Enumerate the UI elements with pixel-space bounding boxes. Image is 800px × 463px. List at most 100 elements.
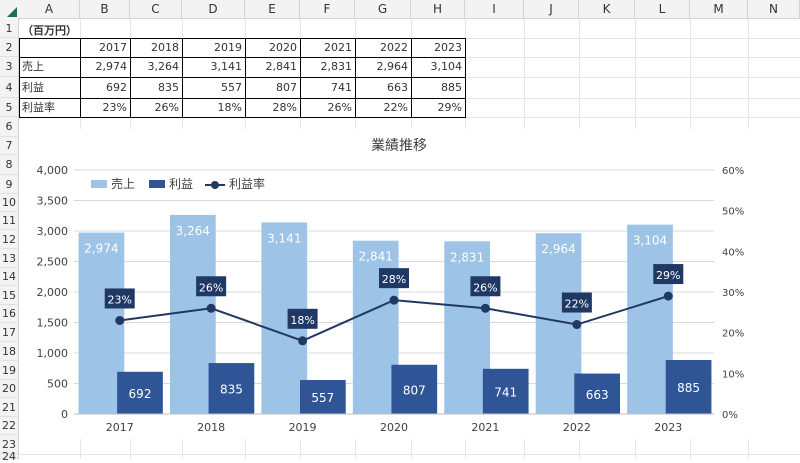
table-cell[interactable]: 26% — [300, 98, 355, 117]
row-header[interactable]: 7 — [0, 137, 19, 155]
year-header-cell[interactable]: 2018 — [130, 38, 182, 57]
row-header[interactable]: 22 — [0, 417, 19, 435]
row-header[interactable]: 10 — [0, 194, 19, 212]
table-cell[interactable]: 3,264 — [130, 57, 182, 77]
row-header[interactable]: 12 — [0, 230, 19, 249]
legend-profit-swatch — [149, 180, 165, 188]
spreadsheet[interactable]: ABCDEFGHIJKLMN 1 2 3 4 5 6 7 8 9 10 11 12 13 14 15 16 17… — [0, 0, 800, 462]
row-header[interactable]: 16 — [0, 305, 19, 323]
sales-data-label: 2,831 — [450, 250, 484, 264]
chart-title: 業績推移 — [371, 138, 427, 154]
year-header-cell[interactable]: 2017 — [80, 38, 130, 57]
table-cell[interactable]: 18% — [182, 98, 245, 117]
year-header-cell[interactable]: 2023 — [411, 38, 465, 57]
x-tick-label: 2023 — [654, 421, 682, 434]
column-header[interactable]: B — [80, 0, 130, 19]
row-label-cell[interactable]: 利益 — [19, 77, 80, 98]
row-header[interactable]: 9 — [0, 175, 19, 194]
margin-data-label: 22% — [565, 298, 589, 311]
table-cell[interactable]: 3,141 — [182, 57, 245, 77]
row-header[interactable]: 11 — [0, 212, 19, 230]
table-cell[interactable]: 28% — [245, 98, 300, 117]
year-header-cell[interactable]: 2022 — [355, 38, 411, 57]
table-cell[interactable]: 22% — [355, 98, 411, 117]
select-all-corner[interactable] — [0, 0, 20, 20]
row-header[interactable]: 20 — [0, 380, 19, 398]
y-tick-label-right: 0% — [722, 410, 738, 421]
y-tick-label-left: 3,500 — [37, 195, 69, 208]
column-header[interactable]: J — [524, 0, 579, 19]
table-cell[interactable]: 2,831 — [300, 57, 355, 77]
column-header[interactable]: A — [19, 0, 80, 19]
y-tick-label-left: 1,500 — [37, 317, 69, 330]
row-header[interactable]: 21 — [0, 398, 19, 417]
year-header-cell[interactable]: 2020 — [245, 38, 300, 57]
table-cell[interactable]: 3,104 — [411, 57, 465, 77]
performance-chart[interactable]: 業績推移 0 500 1,000 1,500 2,000 2,500 3,000 3,500 4,… — [19, 129, 800, 439]
row-header[interactable]: 8 — [0, 155, 19, 175]
margin-marker — [115, 315, 125, 325]
row-label-cell[interactable]: 利益率 — [19, 98, 80, 117]
table-cell[interactable]: 885 — [411, 77, 465, 98]
x-tick-label: 2017 — [106, 421, 134, 434]
y-tick-label-left: 4,000 — [37, 164, 69, 177]
row-header[interactable]: 1 — [0, 19, 19, 38]
y-tick-label-right: 20% — [722, 329, 744, 340]
column-header[interactable]: E — [245, 0, 300, 19]
table-cell[interactable]: 26% — [130, 98, 182, 117]
column-header[interactable]: L — [635, 0, 690, 19]
table-cell[interactable]: 741 — [300, 77, 355, 98]
sales-data-label: 2,841 — [359, 250, 393, 264]
margin-data-label: 26% — [199, 281, 223, 294]
y-tick-label-left: 500 — [47, 378, 68, 391]
table-cell[interactable]: 807 — [245, 77, 300, 98]
row-label-cell[interactable]: 売上 — [19, 57, 80, 77]
y-tick-label-left: 3,000 — [37, 225, 69, 238]
row-header[interactable]: 6 — [0, 117, 19, 137]
row-header[interactable]: 2 — [0, 38, 19, 57]
select-all-icon — [7, 7, 17, 17]
table-cell[interactable]: 835 — [130, 77, 182, 98]
table-cell[interactable]: 23% — [80, 98, 130, 117]
column-header[interactable]: F — [300, 0, 355, 19]
column-header[interactable]: I — [465, 0, 524, 19]
row-header[interactable]: 14 — [0, 268, 19, 286]
year-header-cell[interactable]: 2021 — [300, 38, 355, 57]
row-header[interactable]: 13 — [0, 249, 19, 268]
profit-data-label: 692 — [129, 387, 152, 401]
year-header-cell[interactable]: 2019 — [182, 38, 245, 57]
row-header[interactable]: 3 — [0, 57, 19, 77]
row-header[interactable]: 5 — [0, 98, 19, 117]
column-header[interactable]: D — [182, 0, 245, 19]
row-header[interactable]: 19 — [0, 361, 19, 380]
column-header[interactable]: K — [579, 0, 635, 19]
column-header[interactable]: H — [411, 0, 465, 19]
column-header[interactable]: N — [748, 0, 800, 19]
row-header[interactable]: 18 — [0, 342, 19, 361]
table-cell[interactable]: 557 — [182, 77, 245, 98]
y-tick-label-right: 40% — [722, 247, 744, 258]
y-tick-label-left: 2,500 — [37, 256, 69, 269]
y-tick-label-left: 1,000 — [37, 347, 69, 360]
row-header[interactable]: 15 — [0, 286, 19, 305]
column-header[interactable]: G — [355, 0, 411, 19]
column-header[interactable]: C — [130, 0, 182, 19]
y-tick-label-right: 60% — [722, 166, 744, 177]
table-cell[interactable]: 663 — [355, 77, 411, 98]
row-header[interactable]: 24 — [0, 451, 19, 462]
margin-marker — [206, 303, 216, 313]
table-cell[interactable]: 2,964 — [355, 57, 411, 77]
row-header[interactable]: 4 — [0, 77, 19, 98]
table-cell[interactable]: 2,841 — [245, 57, 300, 77]
column-header[interactable]: M — [690, 0, 748, 19]
margin-data-label: 18% — [290, 314, 314, 327]
x-tick-label: 2019 — [289, 421, 317, 434]
legend-margin-marker — [211, 181, 219, 189]
table-cell[interactable]: 692 — [80, 77, 130, 98]
profit-data-label: 663 — [586, 388, 609, 402]
table-cell[interactable]: 2,974 — [80, 57, 130, 77]
x-tick-label: 2021 — [471, 421, 499, 434]
table-cell[interactable]: 29% — [411, 98, 465, 117]
y-tick-label-right: 50% — [722, 207, 744, 218]
row-header[interactable]: 17 — [0, 323, 19, 342]
